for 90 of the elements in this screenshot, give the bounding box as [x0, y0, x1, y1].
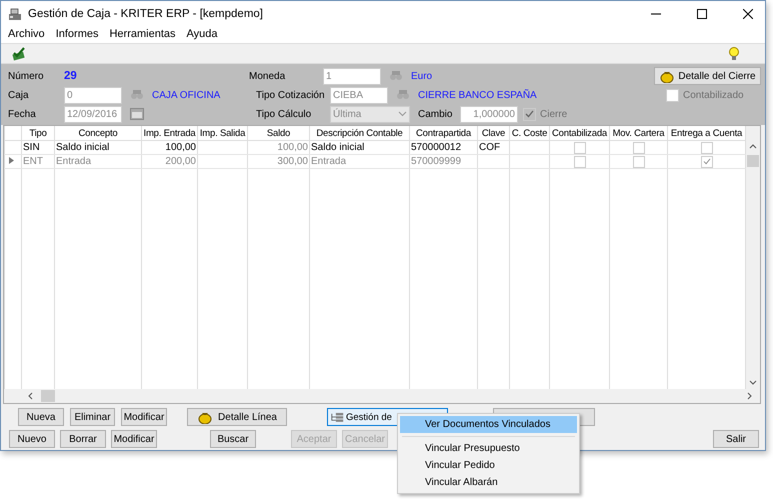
field-label: Cambio	[418, 108, 454, 120]
table-cell: 570009999	[410, 154, 478, 169]
table-cell: SIN	[22, 140, 54, 155]
line-detail-button[interactable]: Detalle Línea	[187, 408, 287, 426]
table-cell: 100,00	[142, 140, 198, 155]
close-icon[interactable]	[743, 9, 753, 20]
closing-detail-button[interactable]: Detalle del Cierre	[654, 67, 761, 86]
table-cell: Saldo inicial	[310, 140, 410, 155]
checkbox[interactable]	[632, 156, 644, 168]
column-header[interactable]: Imp. Entrada	[142, 126, 198, 141]
column-header[interactable]: Clave	[478, 126, 510, 141]
binoculars-icon[interactable]	[130, 89, 144, 102]
checkbox-label: Cierre	[540, 108, 568, 120]
table-cell: Entrada	[54, 154, 142, 169]
binoculars-icon[interactable]	[389, 70, 403, 82]
column-header[interactable]: Concepto	[54, 126, 142, 141]
table-cell: Entrada	[310, 154, 410, 169]
table-cell: 200,00	[142, 154, 198, 169]
quote-type-link[interactable]: CIERRE BANCO ESPAÑA	[418, 90, 537, 101]
field-label: Fecha	[8, 108, 37, 120]
table-cell: 300,00	[248, 154, 310, 169]
context-menu-item[interactable]: Vincular Pedido	[400, 457, 577, 474]
scroll-left-icon[interactable]	[28, 392, 33, 400]
scroll-up-icon[interactable]	[749, 144, 757, 150]
lightbulb-icon[interactable]	[728, 46, 740, 61]
column-header[interactable]: C. Coste	[510, 126, 550, 141]
form-button[interactable]: Nuevo	[9, 430, 55, 448]
checkbox[interactable]	[574, 142, 586, 154]
table-cell: COF	[479, 142, 500, 154]
menu-item[interactable]: Archivo	[8, 28, 45, 40]
menu-item[interactable]: Herramientas	[109, 28, 176, 40]
scroll-thumb[interactable]	[747, 155, 759, 168]
line-button[interactable]: Nueva	[18, 408, 64, 426]
calendar-icon[interactable]	[130, 108, 144, 120]
date-field[interactable]: 12/09/2016	[64, 106, 122, 123]
column-header[interactable]: Entrega a Cuenta	[668, 126, 746, 141]
money-bag-icon	[197, 410, 214, 424]
column-header[interactable]: Descripción Contable	[310, 126, 410, 141]
checkbox[interactable]	[574, 156, 586, 168]
checkbox[interactable]	[700, 142, 712, 154]
context-menu-item[interactable]: Vincular Presupuesto	[400, 440, 577, 457]
maximize-icon[interactable]	[697, 9, 707, 20]
checkbox-label: Contabilizado	[683, 90, 744, 101]
line-button[interactable]: Modificar	[121, 408, 167, 426]
cash-box-link[interactable]: CAJA OFICINA	[152, 90, 256, 101]
scroll-right-icon[interactable]	[747, 392, 752, 400]
field-label: Tipo Cálculo	[256, 108, 312, 120]
table-cell: ENT	[22, 154, 54, 169]
form-button[interactable]: Borrar	[60, 430, 106, 448]
binoculars-icon[interactable]	[396, 89, 410, 102]
horizontal-scrollbar[interactable]	[4, 388, 760, 403]
exchange-rate-field[interactable]: 1,000000	[460, 106, 518, 123]
scroll-thumb[interactable]	[41, 390, 55, 402]
scroll-down-icon[interactable]	[749, 380, 757, 385]
number-value: 29	[64, 70, 78, 82]
cash-register-icon	[8, 8, 22, 21]
form-button[interactable]: Salir	[713, 430, 759, 448]
window-title: Gestión de Caja - KRITER ERP - [kempdemo]	[28, 8, 264, 20]
input-field[interactable]: CIEBA	[330, 86, 388, 104]
context-menu-item[interactable]: Ver Documentos Vinculados	[400, 416, 577, 433]
column-header[interactable]: Contrapartida	[410, 126, 478, 141]
field-label: Moneda	[249, 70, 286, 82]
table-cell: 100,00	[248, 140, 310, 155]
form-button[interactable]: Buscar	[210, 430, 256, 448]
column-header[interactable]: Saldo	[248, 126, 310, 141]
input-field[interactable]: 0	[64, 86, 122, 104]
form-button[interactable]: Modificar	[111, 430, 157, 448]
checkbox[interactable]	[632, 142, 644, 154]
menu-item[interactable]: Informes	[56, 28, 98, 40]
line-button[interactable]: Eliminar	[70, 408, 115, 426]
input-field[interactable]: 1	[323, 68, 381, 85]
checkbox[interactable]	[700, 156, 712, 168]
column-header[interactable]: Imp. Salida	[198, 126, 248, 141]
field-label: Número	[8, 70, 45, 82]
table-cell: Saldo inicial	[54, 140, 142, 155]
vertical-scrollbar[interactable]	[746, 126, 760, 389]
menu-item[interactable]: Ayuda	[186, 28, 218, 40]
chevron-down-icon	[398, 111, 407, 118]
field-label: Tipo Cotización	[256, 90, 326, 101]
check-stack-icon[interactable]	[11, 46, 27, 61]
table-cell: 570000012	[410, 140, 478, 155]
column-header[interactable]: Contabilizada	[550, 126, 610, 141]
current-row-icon	[9, 157, 14, 164]
list-icon	[331, 412, 344, 422]
column-header[interactable]: Tipo	[22, 126, 54, 141]
currency-link[interactable]: Euro	[411, 70, 432, 82]
money-bag-icon	[659, 69, 676, 84]
context-menu-item[interactable]: Vincular Albarán	[400, 474, 577, 491]
column-header[interactable]: Mov. Cartera	[610, 126, 668, 141]
field-label: Caja	[8, 90, 30, 101]
